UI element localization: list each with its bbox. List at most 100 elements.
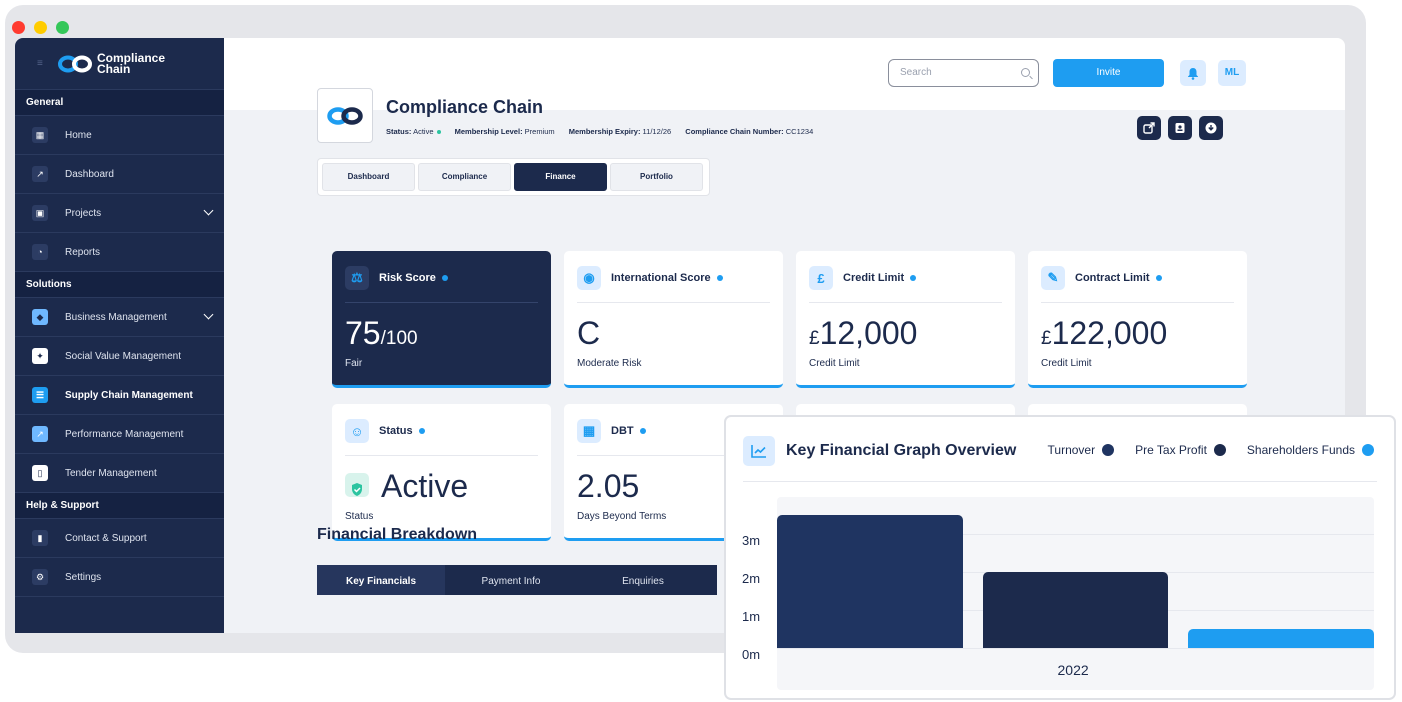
- sidebar: ≡ Compliance Chain General ▦ Home ↗ Dash…: [15, 38, 224, 633]
- risk-score-value: 75/100: [345, 315, 418, 351]
- search-input[interactable]: Search: [888, 59, 1039, 87]
- tab-finance[interactable]: Finance: [514, 163, 607, 191]
- menu-icon[interactable]: ≡: [37, 58, 47, 69]
- contact-card-button[interactable]: [1168, 116, 1192, 140]
- info-icon[interactable]: [639, 428, 646, 434]
- graph-title: Key Financial Graph Overview: [786, 442, 1017, 459]
- credit-limit-value: £12,000: [809, 315, 918, 351]
- handshake-icon: ✦: [32, 348, 48, 364]
- sidebar-item-social-value[interactable]: ✦ Social Value Management: [15, 337, 224, 376]
- pie-icon: ◔: [32, 244, 48, 260]
- tab-enquiries[interactable]: Enquiries: [577, 565, 709, 595]
- smiley-icon: ☺: [345, 419, 369, 443]
- share-button[interactable]: [1137, 116, 1161, 140]
- sidebar-item-dashboard[interactable]: ↗ Dashboard: [15, 155, 224, 194]
- chat-icon: ▮: [32, 530, 48, 546]
- pound-icon: £: [809, 266, 833, 290]
- contract-icon: ✎: [1041, 266, 1065, 290]
- y-tick-2: 2m: [742, 571, 761, 586]
- section-general: General: [15, 90, 224, 116]
- list-icon: ☰: [32, 387, 48, 403]
- international-score-label: Moderate Risk: [577, 358, 642, 369]
- sidebar-item-reports[interactable]: ◔ Reports: [15, 233, 224, 272]
- sidebar-item-supply-chain[interactable]: ☰ Supply Chain Management: [15, 376, 224, 415]
- sidebar-item-home[interactable]: ▦ Home: [15, 116, 224, 155]
- graph-legend: Turnover Pre Tax Profit Shareholders Fun…: [1048, 443, 1374, 457]
- sidebar-item-settings[interactable]: ⚙ Settings: [15, 558, 224, 597]
- shield-check-icon: [345, 472, 369, 497]
- grid-line: [777, 648, 1374, 649]
- bar-shareholders-funds[interactable]: [1188, 629, 1374, 648]
- chain-logo-icon: [57, 54, 93, 74]
- x-tick-2022: 2022: [1057, 662, 1089, 678]
- status-card[interactable]: ☺ Status Active Status: [332, 404, 551, 541]
- legend-dot-shareholders: [1362, 444, 1374, 456]
- chevron-down-icon[interactable]: [203, 309, 214, 320]
- sidebar-item-contact[interactable]: ▮ Contact & Support: [15, 519, 224, 558]
- info-icon[interactable]: [910, 275, 917, 281]
- key-financial-graph: Key Financial Graph Overview Turnover Pr…: [724, 415, 1396, 700]
- status-dot: [436, 130, 441, 135]
- legend-shareholders-funds[interactable]: Shareholders Funds: [1247, 443, 1374, 457]
- tab-compliance[interactable]: Compliance: [418, 163, 511, 191]
- credit-limit-label: Credit Limit: [809, 358, 860, 369]
- company-meta: Status: Active Membership Level: Premium…: [386, 127, 814, 136]
- tab-portfolio[interactable]: Portfolio: [610, 163, 703, 191]
- status-value: Active: [345, 468, 468, 505]
- share-icon: [1143, 122, 1155, 134]
- maximize-window-dot[interactable]: [56, 21, 69, 34]
- trend-icon: ↗: [32, 426, 48, 442]
- building-icon: ▣: [32, 205, 48, 221]
- close-window-dot[interactable]: [12, 21, 25, 34]
- gear-icon: ⚙: [32, 569, 48, 585]
- contract-limit-value: £122,000: [1041, 315, 1168, 351]
- company-name: Compliance Chain: [386, 97, 544, 117]
- sidebar-item-business-management[interactable]: ◆ Business Management: [15, 298, 224, 337]
- avatar[interactable]: ML: [1218, 60, 1246, 86]
- page-tabs: Dashboard Compliance Finance Portfolio: [317, 158, 710, 196]
- chevron-down-icon[interactable]: [203, 205, 214, 216]
- calendar-icon: ▦: [577, 419, 601, 443]
- notifications-button[interactable]: [1180, 60, 1206, 86]
- international-score-card[interactable]: ◉ International Score C Moderate Risk: [564, 251, 783, 388]
- bar-pre-tax-profit[interactable]: [982, 572, 1169, 648]
- sidebar-item-projects[interactable]: ▣ Projects: [15, 194, 224, 233]
- y-tick-0: 0m: [742, 647, 761, 662]
- tab-payment-info[interactable]: Payment Info: [445, 565, 577, 595]
- international-score-value: C: [577, 315, 601, 351]
- contract-limit-label: Credit Limit: [1041, 358, 1092, 369]
- tab-key-financials[interactable]: Key Financials: [317, 565, 445, 595]
- status-label: Status: [345, 511, 374, 522]
- minimize-window-dot[interactable]: [34, 21, 47, 34]
- credit-limit-card[interactable]: £ Credit Limit £12,000 Credit Limit: [796, 251, 1015, 388]
- info-icon[interactable]: [418, 428, 425, 434]
- company-logo: [317, 88, 373, 143]
- bell-icon: [1188, 67, 1198, 80]
- chain-logo-icon: [327, 106, 363, 125]
- document-icon: ▯: [32, 465, 48, 481]
- info-icon[interactable]: [716, 275, 723, 281]
- contract-limit-card[interactable]: ✎ Contract Limit £122,000 Credit Limit: [1028, 251, 1247, 388]
- download-button[interactable]: [1199, 116, 1223, 140]
- breakdown-tabs: Key Financials Payment Info Enquiries: [317, 565, 717, 595]
- y-tick-3: 3m: [742, 533, 761, 548]
- legend-pre-tax-profit[interactable]: Pre Tax Profit: [1135, 443, 1226, 457]
- risk-score-card[interactable]: ⚖ Risk Score 75/100 Fair: [332, 251, 551, 388]
- brand-name: Compliance Chain: [97, 50, 166, 76]
- sidebar-item-performance[interactable]: ↗ Performance Management: [15, 415, 224, 454]
- legend-turnover[interactable]: Turnover: [1048, 443, 1115, 457]
- sidebar-item-tender[interactable]: ▯ Tender Management: [15, 454, 224, 493]
- chart-icon: ↗: [32, 166, 48, 182]
- info-icon[interactable]: [441, 275, 448, 281]
- info-icon[interactable]: [1155, 275, 1162, 281]
- tab-dashboard[interactable]: Dashboard: [322, 163, 415, 191]
- section-solutions: Solutions: [15, 272, 224, 298]
- bar-turnover[interactable]: [777, 515, 963, 648]
- invite-button[interactable]: Invite: [1053, 59, 1164, 87]
- dbt-value: 2.05: [577, 468, 640, 504]
- header-actions: [1137, 116, 1223, 140]
- search-icon: [1021, 68, 1030, 77]
- window-controls: [12, 21, 69, 34]
- y-tick-1: 1m: [742, 609, 761, 624]
- download-icon: [1205, 122, 1217, 134]
